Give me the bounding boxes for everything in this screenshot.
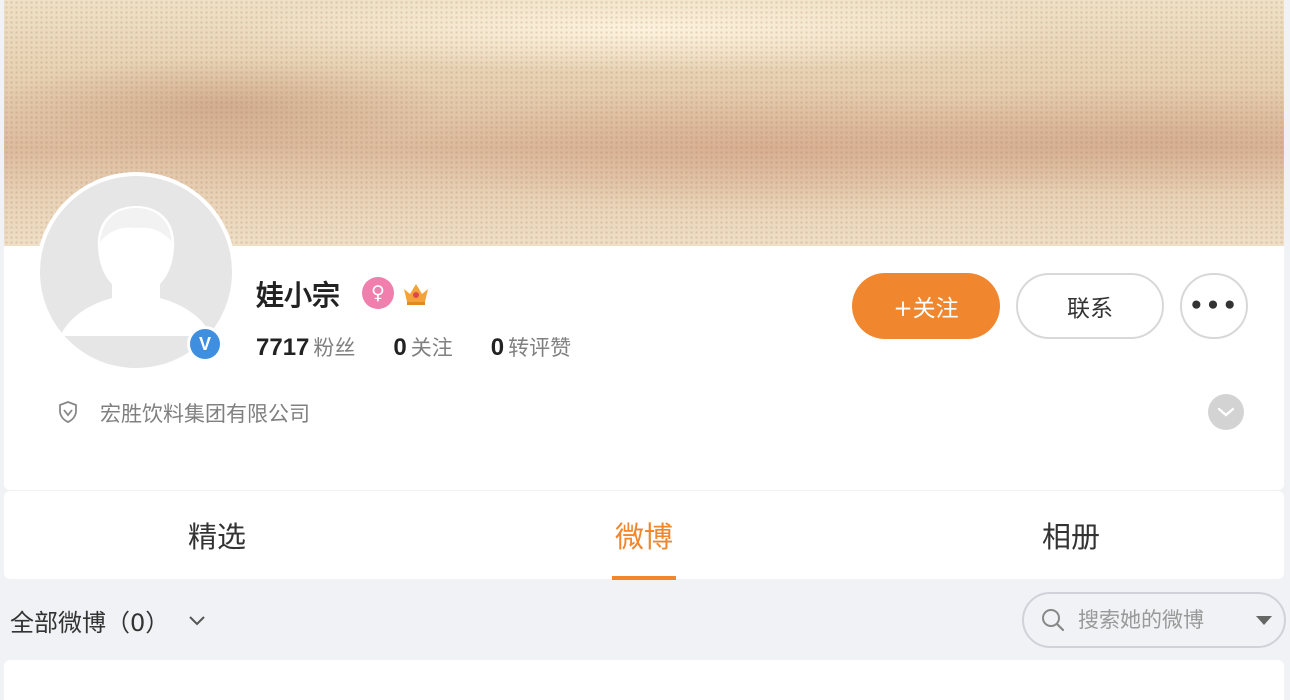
- caret-down-icon[interactable]: [1254, 613, 1274, 627]
- verified-badge-icon: V: [187, 326, 223, 362]
- chevron-down-icon[interactable]: [1208, 394, 1244, 430]
- profile-stats: 7717 粉丝 0 关注 0 转评赞: [256, 332, 609, 366]
- shield-icon: [56, 400, 80, 424]
- stat-label: 关注: [410, 336, 453, 360]
- stat-number: 7717: [256, 334, 310, 361]
- follow-button[interactable]: +关注: [852, 273, 1000, 339]
- post-filter-dropdown[interactable]: 全部微博（0）: [10, 600, 207, 640]
- stat-number: 0: [490, 334, 505, 361]
- active-tab-indicator: [612, 576, 676, 580]
- stat-label: 粉丝: [313, 336, 356, 360]
- tab-album[interactable]: 相册: [858, 491, 1284, 579]
- chevron-down-icon: [189, 616, 205, 626]
- crown-icon[interactable]: [400, 277, 432, 309]
- stat-label: 转评赞: [508, 336, 572, 360]
- search-box: [1022, 592, 1286, 648]
- contact-button[interactable]: 联系: [1016, 273, 1164, 339]
- username: 娃小宗: [256, 279, 341, 312]
- stat-number: 0: [393, 334, 407, 361]
- search-icon: [1042, 609, 1065, 632]
- feed-area: [4, 660, 1284, 700]
- following-stat[interactable]: 0 关注: [393, 332, 452, 362]
- female-icon: ♀: [362, 277, 394, 309]
- profile-tabs: 精选 微博 相册: [4, 491, 1284, 579]
- tab-weibo[interactable]: 微博: [430, 491, 858, 579]
- tab-featured[interactable]: 精选: [4, 491, 430, 579]
- verified-v: V: [190, 329, 220, 359]
- followers-stat[interactable]: 7717 粉丝: [256, 332, 355, 362]
- filter-label: 全部微博（0）: [10, 608, 170, 637]
- search-input[interactable]: [1076, 607, 1250, 633]
- reposts-comments-likes-stat[interactable]: 0 转评赞: [491, 332, 571, 362]
- company-verification-text: 宏胜饮料集团有限公司: [100, 402, 310, 426]
- more-options-button[interactable]: •••: [1180, 273, 1248, 339]
